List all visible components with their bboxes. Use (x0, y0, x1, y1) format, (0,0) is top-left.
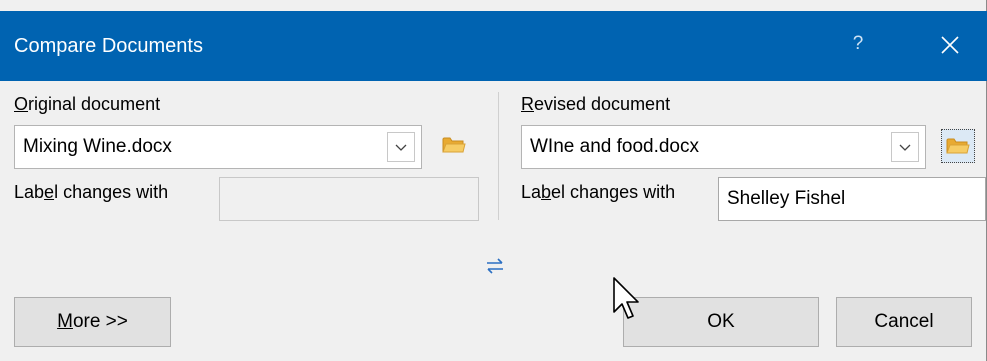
close-icon (941, 36, 959, 54)
revised-document-label: Revised document (521, 94, 671, 114)
revised-document-value: WIne and food.docx (530, 136, 699, 157)
chevron-down-icon (899, 144, 911, 151)
help-button[interactable]: ? (846, 31, 870, 57)
original-label-changes-label: Label changes with (14, 182, 169, 202)
swap-documents-button[interactable] (484, 255, 506, 277)
close-button[interactable] (930, 28, 970, 62)
title-bar[interactable]: Compare Documents ? (0, 11, 987, 81)
dialog-title: Compare Documents (14, 35, 203, 57)
revised-label-changes-label: Label changes with (521, 182, 676, 202)
folder-icon (946, 138, 970, 154)
original-document-dropdown-button[interactable] (387, 132, 415, 162)
original-document-value: Mixing Wine.docx (23, 136, 172, 157)
original-document-label: Original document (14, 94, 161, 114)
swap-arrows-icon (487, 258, 503, 274)
folder-icon (442, 137, 466, 153)
original-label-changes-input[interactable] (219, 177, 479, 221)
revised-document-dropdown-button[interactable] (891, 132, 919, 162)
mouse-cursor-icon (612, 276, 642, 324)
original-browse-button[interactable] (437, 129, 471, 163)
original-document-combobox[interactable]: Mixing Wine.docx (14, 125, 422, 169)
section-divider (498, 92, 499, 220)
compare-documents-dialog: Compare Documents ? Original document Mi… (0, 0, 987, 361)
revised-document-combobox[interactable]: WIne and food.docx (521, 125, 926, 169)
cancel-button[interactable]: Cancel (836, 297, 972, 347)
revised-browse-button[interactable] (941, 129, 975, 163)
revised-label-changes-input[interactable]: Shelley Fishel (718, 177, 986, 221)
chevron-down-icon (395, 144, 407, 151)
more-button[interactable]: More >> (14, 297, 171, 347)
revised-label-changes-value: Shelley Fishel (727, 188, 846, 209)
ok-button[interactable]: OK (623, 297, 819, 347)
